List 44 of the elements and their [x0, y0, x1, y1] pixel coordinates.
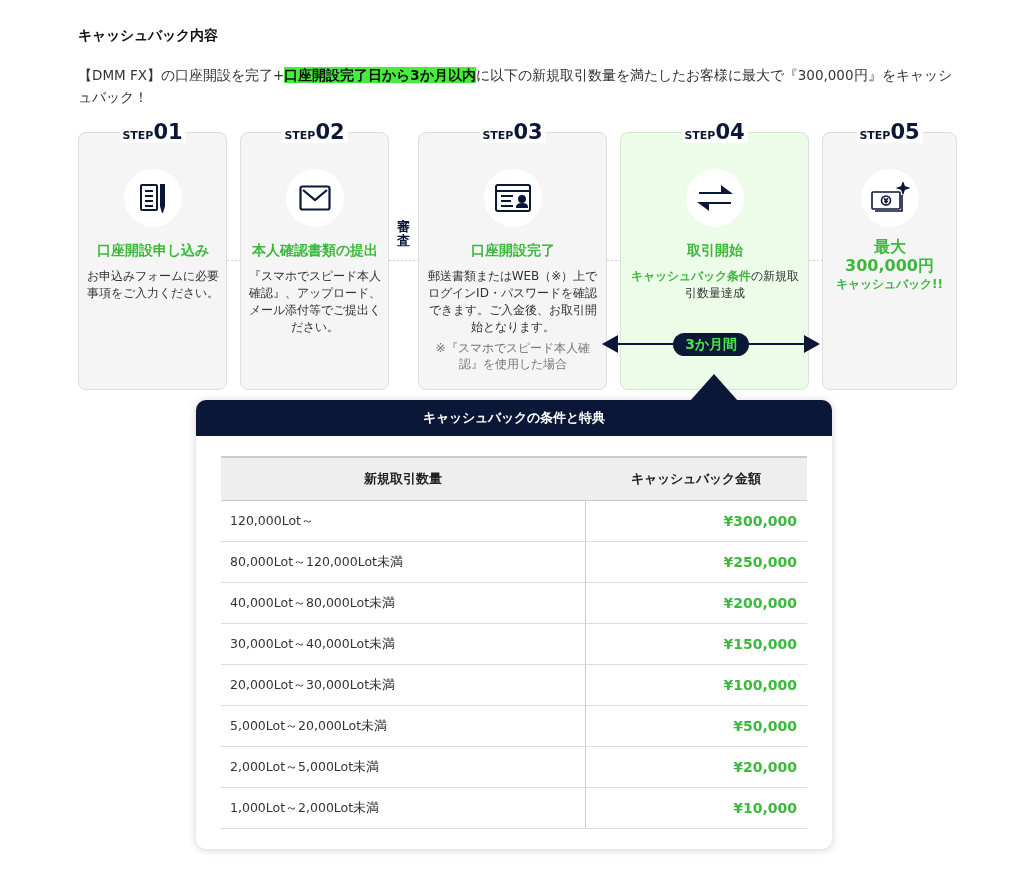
- pointer-triangle: [690, 374, 738, 401]
- step-description: 『スマホでスピード本人確認』、アップロード、メール添付等でご提出ください。: [247, 268, 382, 336]
- step-title: 取引開始: [686, 241, 743, 260]
- lot-cell: 5,000Lot～20,000Lot未満: [221, 705, 586, 747]
- amount-cell: ¥50,000: [585, 705, 807, 747]
- lot-cell: 80,000Lot～120,000Lot未満: [221, 541, 586, 583]
- intro-paragraph: 【DMM FX】の口座開設を完了+口座開設完了日から3か月以内に以下の新規取引数量を満たしたお客様に最大で『300,000円』をキャッシュバック！: [78, 66, 953, 107]
- lot-cell: 1,000Lot～2,000Lot未満: [221, 787, 586, 829]
- envelope-icon: [298, 185, 331, 211]
- amount-cell: ¥300,000: [585, 500, 807, 542]
- step-title: 最大: [873, 237, 906, 256]
- step-label: STEP04: [681, 121, 748, 143]
- amount-cell: ¥250,000: [585, 541, 807, 583]
- exchange-arrows-icon: [696, 185, 733, 211]
- lot-cell: 120,000Lot～: [221, 500, 586, 542]
- step-label: STEP05: [856, 121, 923, 143]
- amount-cell: ¥20,000: [585, 746, 807, 788]
- step-label: STEP02: [281, 121, 348, 143]
- lot-cell: 30,000Lot～40,000Lot未満: [221, 623, 586, 665]
- lot-cell: 2,000Lot～5,000Lot未満: [221, 746, 586, 788]
- step-title: 口座開設申し込み: [96, 241, 209, 260]
- notepad-pen-icon: [139, 183, 166, 213]
- amount-cell: ¥200,000: [585, 582, 807, 624]
- lot-cell: 40,000Lot～80,000Lot未満: [221, 582, 586, 624]
- step-description: キャッシュバック条件の新規取引数量達成: [629, 268, 800, 302]
- id-card-icon: [494, 184, 531, 212]
- amount-cell: ¥10,000: [585, 787, 807, 829]
- step-note: ※『スマホでスピード本人確認』を使用した場合: [434, 340, 591, 372]
- step-title: 本人確認書類の提出: [251, 241, 378, 260]
- column-header: キャッシュバック金額: [585, 457, 807, 501]
- amount-cell: ¥150,000: [585, 623, 807, 665]
- step-description: お申込みフォームに必要事項をご入力ください。: [85, 268, 220, 302]
- step-label: STEP03: [479, 121, 546, 143]
- reward-amount: 300,000円: [845, 256, 934, 276]
- section-heading: キャッシュバック内容: [78, 26, 219, 45]
- step-title: 口座開設完了: [470, 241, 555, 260]
- reward-caption: キャッシュバック!!: [836, 276, 943, 292]
- step-label: STEP01: [119, 121, 186, 143]
- money-sparkle-icon: [869, 182, 910, 214]
- review-label: 審査: [397, 220, 410, 249]
- amount-cell: ¥100,000: [585, 664, 807, 706]
- column-header: 新規取引数量: [221, 457, 586, 501]
- lot-cell: 20,000Lot～30,000Lot未満: [221, 664, 586, 706]
- step-description: 郵送書類またはWEB（※）上でログインID・パスワードを確認できます。ご入金後、お取引開始となります。: [426, 268, 599, 336]
